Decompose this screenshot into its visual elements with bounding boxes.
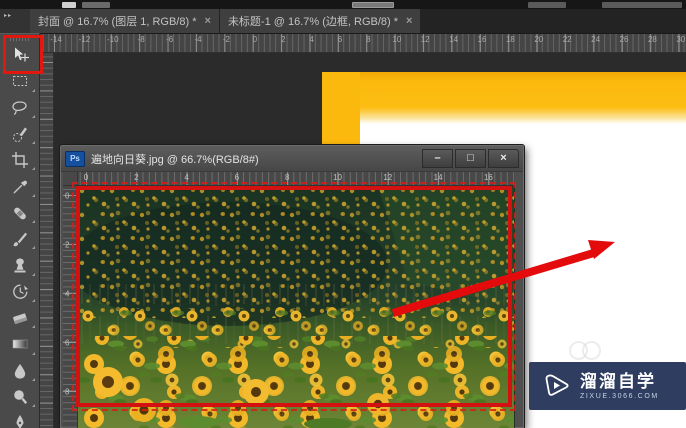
ruler-label: 0 [252, 35, 258, 44]
ruler-label: -2 [222, 35, 230, 44]
tool-spot-healing-brush[interactable] [0, 200, 40, 226]
tool-dodge[interactable] [0, 384, 40, 410]
tool-palette [0, 33, 40, 428]
ruler-label: 0 [65, 191, 70, 201]
document-tab-bar: ▸▸ 封面 @ 16.7% (图层 1, RGB/8) * × 未标题-1 @ … [0, 9, 686, 34]
options-control-stub [528, 2, 566, 8]
tab-document-cover[interactable]: 封面 @ 16.7% (图层 1, RGB/8) * × [30, 9, 220, 33]
maximize-button[interactable]: □ [455, 149, 486, 168]
tool-eyedropper[interactable] [0, 173, 40, 199]
watermark-badge: 溜溜自学 ZIXUE.3066.COM [529, 362, 686, 410]
ruler-label: 16 [477, 35, 487, 44]
ruler-label: 8 [65, 387, 70, 397]
double-arrow-icon: ▸▸ [4, 13, 13, 19]
tool-quick-selection[interactable] [0, 121, 40, 147]
yellow-frame-top [322, 72, 686, 124]
ruler-label: -4 [194, 35, 202, 44]
tool-gradient[interactable] [0, 331, 40, 357]
minimize-button[interactable]: – [422, 149, 453, 168]
ruler-label: 2 [65, 240, 70, 250]
ruler-label: 16 [483, 173, 493, 182]
ruler-label: 6 [337, 35, 343, 44]
ruler-label: 28 [647, 35, 657, 44]
ruler-label: -10 [107, 35, 119, 44]
tool-pen[interactable] [0, 410, 40, 428]
options-control-stub [602, 2, 682, 8]
close-button[interactable]: × [488, 149, 519, 168]
tool-history-brush[interactable] [0, 279, 40, 305]
ruler-label: 4 [184, 173, 189, 182]
options-dropdown-stub [352, 2, 394, 8]
ruler-label: 14 [433, 173, 443, 182]
ruler-label: 2 [134, 173, 139, 182]
ruler-label: 4 [309, 35, 314, 44]
tool-crop[interactable] [0, 147, 40, 173]
watermark-domain: ZIXUE.3066.COM [580, 392, 659, 400]
ruler-label: 8 [366, 35, 371, 44]
ruler-label: 2 [280, 35, 286, 44]
ruler-label: 6 [65, 338, 70, 348]
photoshop-file-icon: Ps [65, 150, 85, 167]
ruler-label: 6 [234, 173, 240, 182]
tab-document-untitled1[interactable]: 未标题-1 @ 16.7% (边框, RGB/8) * × [219, 9, 422, 33]
tool-clone-stamp[interactable] [0, 252, 40, 278]
tab-label: 封面 @ 16.7% (图层 1, RGB/8) * [38, 16, 197, 28]
tool-lasso[interactable] [0, 95, 40, 121]
tab-label: 未标题-1 @ 16.7% (边框, RGB/8) * [227, 16, 399, 28]
ruler-corner [63, 172, 78, 186]
yellow-frame-left [322, 72, 360, 148]
image-horizontal-ruler: 0 2 4 6 8 10 12 14 16 [78, 172, 515, 186]
ruler-label: 30 [676, 35, 686, 44]
ruler-label: 8 [284, 173, 290, 182]
ruler-label: -12 [78, 35, 91, 44]
options-checkbox-stub [62, 2, 76, 8]
ruler-label: 12 [420, 35, 430, 44]
ruler-label: -8 [137, 35, 145, 44]
tool-blur[interactable] [0, 358, 40, 384]
sunflower-field-image [78, 186, 514, 428]
tool-eraser[interactable] [0, 305, 40, 331]
ruler-label: 22 [562, 35, 572, 44]
ruler-label: 10 [392, 35, 402, 44]
ruler-label: 0 [83, 173, 89, 182]
ruler-label: 10 [333, 173, 342, 182]
ruler-label: 12 [383, 173, 393, 182]
tool-move[interactable] [0, 42, 40, 68]
tool-rectangular-marquee[interactable] [0, 68, 40, 94]
options-label-stub [82, 2, 110, 8]
ghost-circle-icon [582, 341, 601, 360]
watermark-brand: 溜溜自学 [580, 371, 656, 391]
ruler-label: -6 [166, 35, 174, 44]
photoshop-workspace: ▸▸ 封面 @ 16.7% (图层 1, RGB/8) * × 未标题-1 @ … [0, 0, 686, 428]
panel-collapse-button[interactable]: ▸▸ [0, 9, 30, 33]
toolbar-grip[interactable] [10, 36, 29, 41]
ruler-label: 20 [534, 35, 544, 44]
close-icon[interactable]: × [406, 15, 412, 27]
ruler-label: 26 [619, 35, 629, 44]
window-title-bar[interactable]: Ps 遍地向日葵.jpg @ 66.7%(RGB/8#) – □ × [61, 146, 523, 172]
document-vertical-ruler [40, 53, 54, 428]
document-horizontal-ruler: -14 -12 -10 -8 -6 -4 -2 0 2 4 6 8 10 12 14 16 18 20 22 24 26… [40, 33, 686, 53]
ruler-label: -14 [50, 35, 62, 44]
ruler-label: 4 [65, 289, 70, 299]
floating-image-window: Ps 遍地向日葵.jpg @ 66.7%(RGB/8#) – □ × 0 2 4 6 8… [59, 144, 525, 428]
options-bar-partial [0, 0, 686, 9]
sunflower-image-canvas[interactable] [78, 186, 515, 428]
window-content: 0 2 4 6 8 10 12 14 16 0 2 4 6 8 [63, 172, 515, 428]
window-title: 遍地向日葵.jpg @ 66.7%(RGB/8#) [91, 153, 259, 166]
ruler-label: 14 [449, 35, 459, 44]
ruler-label: 24 [591, 35, 601, 44]
close-icon[interactable]: × [205, 15, 211, 27]
image-vertical-ruler: 0 2 4 6 8 [63, 186, 78, 428]
ruler-label: 18 [505, 35, 515, 44]
play-button-icon [545, 374, 569, 396]
tool-brush[interactable] [0, 226, 40, 252]
